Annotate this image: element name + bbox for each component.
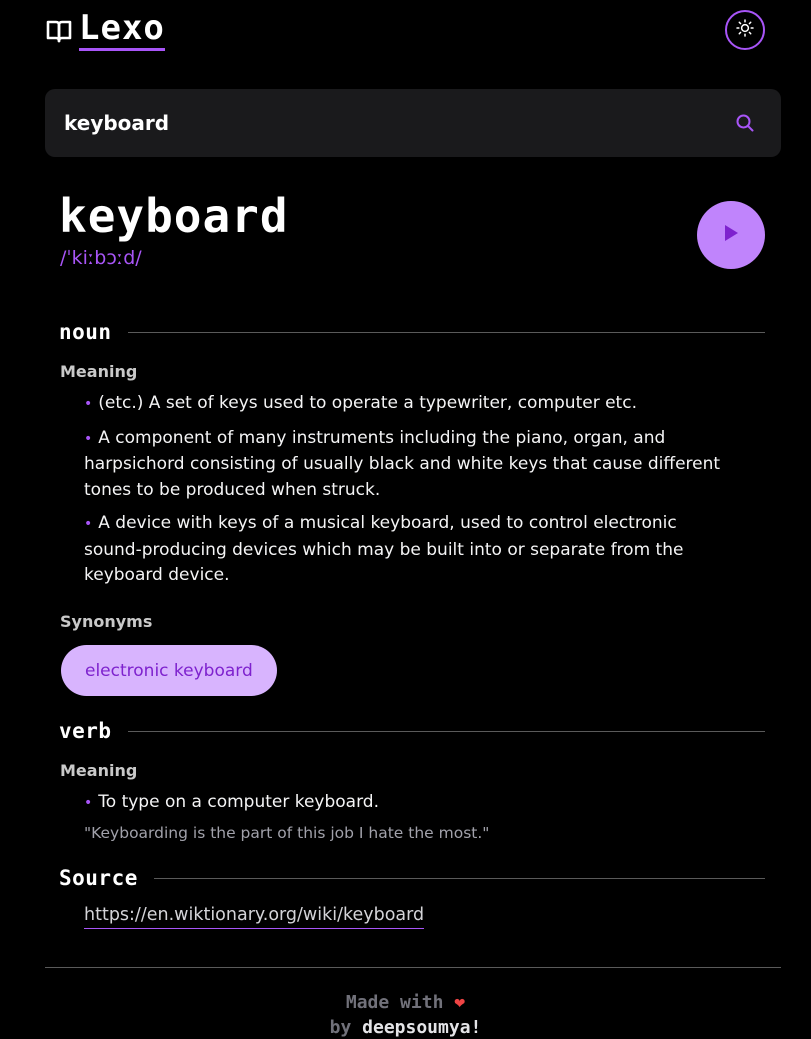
definition-item: • (etc.) A set of keys used to operate a … — [84, 393, 637, 413]
author-link[interactable]: deepsoumya! — [362, 1017, 481, 1038]
usage-example: "Keyboarding is the part of this job I h… — [84, 823, 490, 842]
theme-toggle-button[interactable] — [725, 10, 765, 50]
logo[interactable]: Lexo — [45, 10, 165, 51]
source-section-header: Source — [59, 866, 765, 890]
dictionary-app: Lexo keyboard keyboard /ˈkiːbɔːd/ noun M… — [0, 0, 811, 1039]
footer-divider — [45, 967, 781, 968]
synonyms-label: Synonyms — [60, 612, 153, 631]
play-audio-button[interactable] — [697, 201, 765, 269]
footer-line-1: Made with ❤ — [345, 992, 466, 1013]
bullet: • — [84, 795, 93, 811]
play-icon — [721, 222, 741, 248]
verb-definitions: • To type on a computer keyboard. "Keyboa… — [84, 790, 724, 854]
verb-heading: verb — [59, 719, 112, 743]
bullet: • — [84, 430, 93, 447]
noun-heading: noun — [59, 320, 112, 344]
phonetic: /ˈkiːbɔːd/ — [60, 247, 142, 269]
divider — [127, 730, 765, 732]
synonym-chip[interactable]: electronic keyboard — [61, 645, 277, 696]
definition-item: • A device with keys of a musical keyboar… — [84, 513, 684, 585]
header: Lexo — [45, 8, 765, 58]
footer: Made with ❤ by deepsoumya! — [0, 990, 811, 1039]
definition-item: • To type on a computer keyboard. "Keyboa… — [84, 790, 724, 846]
bullet: • — [84, 396, 93, 412]
divider — [153, 877, 765, 879]
source-link[interactable]: https://en.wiktionary.org/wiki/keyboard — [84, 905, 425, 929]
noun-definitions: • (etc.) A set of keys used to operate a … — [84, 391, 724, 597]
definition-item: • A component of many instruments includi… — [84, 427, 721, 500]
footer-line-2: by deepsoumya! — [329, 1017, 482, 1038]
bullet: • — [84, 516, 93, 532]
heart-icon: ❤ — [454, 992, 466, 1013]
search-input[interactable] — [64, 89, 704, 157]
noun-section-header: noun — [59, 320, 765, 344]
noun-meaning-label: Meaning — [60, 362, 138, 381]
sun-icon — [736, 19, 754, 41]
verb-section-header: verb — [59, 719, 765, 743]
logo-text: Lexo — [79, 10, 165, 51]
divider — [127, 331, 765, 333]
source-heading: Source — [59, 866, 138, 890]
search-icon[interactable] — [735, 113, 755, 133]
word-title: keyboard — [59, 189, 289, 243]
verb-meaning-label: Meaning — [60, 761, 138, 780]
search-bar — [45, 89, 781, 157]
book-icon — [45, 17, 73, 45]
